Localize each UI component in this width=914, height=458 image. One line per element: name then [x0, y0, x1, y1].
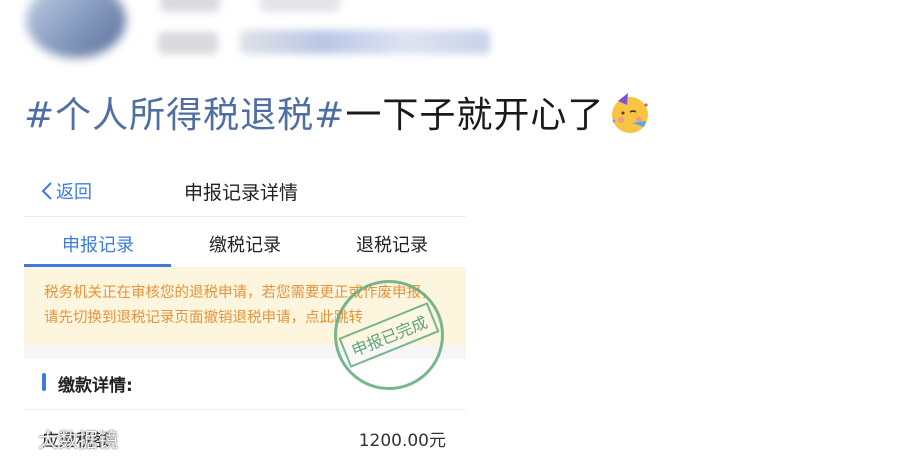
- nav-bar: 返回 申报记录详情: [24, 160, 466, 217]
- post-title: #个人所得税退税#一下子就开心了: [24, 86, 652, 144]
- section-title: 缴款详情:: [58, 376, 133, 396]
- chevron-left-icon: [41, 182, 52, 200]
- tab-bar: 申报记录 缴税记录 退税记录: [24, 217, 466, 267]
- hashtag-link[interactable]: #个人所得税退税#: [24, 95, 345, 136]
- tab-payment-records[interactable]: 缴税记录: [209, 231, 281, 257]
- post-text: 一下子就开心了: [345, 95, 605, 136]
- tab-declaration-records[interactable]: 申报记录: [62, 231, 134, 257]
- timestamp-blurred: [158, 32, 218, 54]
- partying-face-icon: [608, 91, 652, 144]
- page-title: 申报记录详情: [184, 182, 299, 204]
- tab-refund-records[interactable]: 退税记录: [356, 231, 428, 257]
- section-accent-bar: [42, 373, 46, 391]
- source-blurred: [240, 30, 490, 54]
- avatar[interactable]: [26, 0, 126, 58]
- watermark-text: 大数据镜: [38, 428, 118, 452]
- weibo-logo-icon: [7, 429, 31, 449]
- refund-amount-value: 1200.00元: [358, 431, 446, 451]
- back-label: 返回: [56, 182, 92, 203]
- watermark: 大数据镜: [6, 424, 118, 453]
- username-blurred[interactable]: [160, 0, 220, 12]
- back-button[interactable]: 返回: [40, 178, 92, 204]
- stamp-text: 申报已完成: [338, 302, 440, 368]
- username-blurred-2: [260, 0, 340, 12]
